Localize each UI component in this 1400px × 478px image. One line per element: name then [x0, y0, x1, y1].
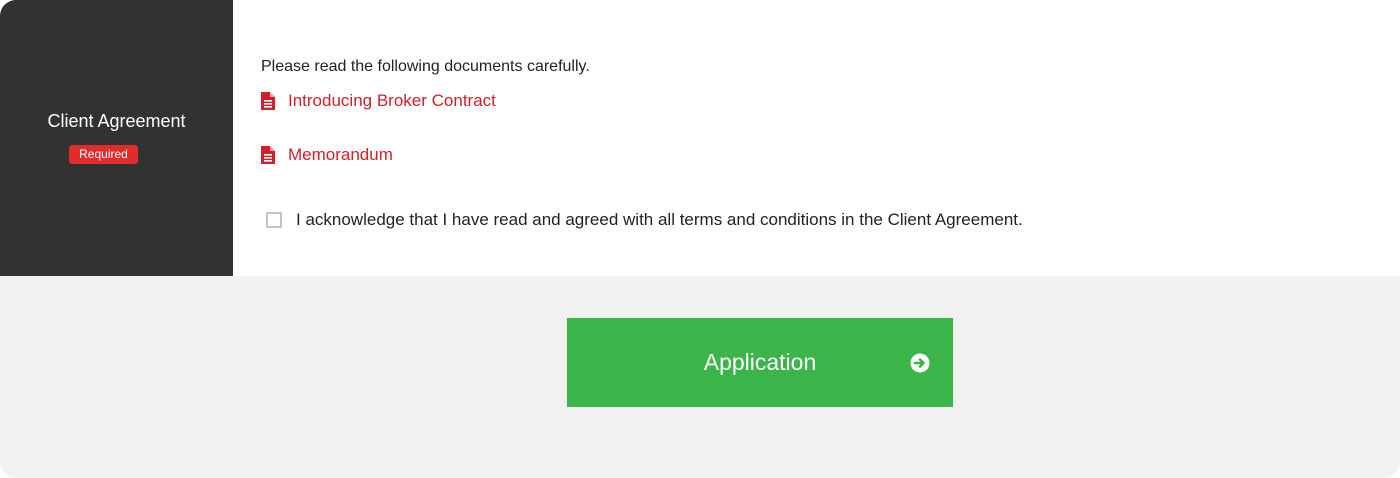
- section-label-cell: Client Agreement Required: [0, 0, 233, 276]
- document-link-introducing-broker-contract[interactable]: Introducing Broker Contract: [261, 90, 496, 112]
- document-link-label: Memorandum: [288, 145, 393, 164]
- client-agreement-form: Client Agreement Required Please read th…: [0, 0, 1400, 478]
- arrow-circle-right-icon: [910, 353, 930, 373]
- application-submit-button[interactable]: Application: [567, 318, 953, 407]
- file-document-icon: [261, 146, 275, 164]
- application-button-label: Application: [703, 349, 817, 375]
- document-link-memorandum[interactable]: Memorandum: [261, 144, 393, 166]
- instruction-text: Please read the following documents care…: [261, 58, 590, 75]
- acknowledgement-text: I acknowledge that I have read and agree…: [296, 210, 1023, 229]
- file-document-icon: [261, 92, 275, 110]
- agreement-content: Please read the following documents care…: [233, 0, 1400, 276]
- acknowledgement-checkbox[interactable]: [266, 212, 282, 228]
- acknowledgement-control[interactable]: I acknowledge that I have read and agree…: [266, 209, 1023, 231]
- required-badge: Required: [69, 145, 138, 164]
- document-link-label: Introducing Broker Contract: [288, 91, 496, 110]
- section-title: Client Agreement: [47, 111, 186, 131]
- agreement-row: Client Agreement Required Please read th…: [0, 0, 1400, 276]
